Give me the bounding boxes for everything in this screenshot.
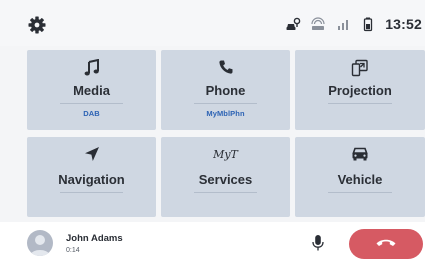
music-note-icon xyxy=(84,59,100,77)
gear-icon[interactable] xyxy=(27,15,47,35)
tile-label: Media xyxy=(73,83,110,98)
divider xyxy=(60,103,123,104)
microphone-icon[interactable] xyxy=(311,234,325,252)
tile-label: Services xyxy=(198,172,253,187)
hang-up-button[interactable] xyxy=(349,229,423,259)
tile-navigation[interactable]: Navigation xyxy=(27,137,156,217)
services-logo-icon: MyT xyxy=(213,148,238,161)
status-indicators: 13:52 xyxy=(285,14,425,34)
divider xyxy=(194,192,257,193)
divider xyxy=(194,103,257,104)
call-duration: 0:14 xyxy=(66,247,80,254)
navigation-arrow-icon xyxy=(84,146,100,164)
tile-label: Vehicle xyxy=(337,172,383,187)
car-icon xyxy=(351,146,369,164)
projection-icon xyxy=(351,59,369,77)
hotspot-icon xyxy=(310,16,326,32)
tile-label: Phone xyxy=(205,83,246,98)
tile-phone[interactable]: Phone MyMblPhn xyxy=(161,50,290,130)
active-call-bar[interactable]: John Adams 0:14 xyxy=(0,222,425,261)
tile-media[interactable]: Media DAB xyxy=(27,50,156,130)
divider xyxy=(328,103,392,104)
tile-sublabel: MyMblPhn xyxy=(206,109,245,118)
avatar xyxy=(27,230,53,256)
signal-icon xyxy=(335,16,351,32)
home-screen: 13:52 Media DAB Phone MyMblPhn Projectio… xyxy=(0,0,425,261)
tile-label: Navigation xyxy=(58,172,125,187)
car-key-icon xyxy=(285,16,301,32)
app-grid: Media DAB Phone MyMblPhn Projection Navi… xyxy=(27,50,425,218)
clock: 13:52 xyxy=(385,16,422,32)
battery-icon xyxy=(360,16,376,32)
tile-services[interactable]: MyT Services xyxy=(161,137,290,217)
phone-icon xyxy=(218,59,234,77)
divider xyxy=(60,192,123,193)
tile-projection[interactable]: Projection xyxy=(295,50,425,130)
status-bar: 13:52 xyxy=(0,0,425,46)
tile-sublabel: DAB xyxy=(83,109,100,118)
hang-up-icon xyxy=(375,235,397,253)
caller-name: John Adams xyxy=(66,233,123,244)
tile-vehicle[interactable]: Vehicle xyxy=(295,137,425,217)
divider xyxy=(328,192,392,193)
tile-label: Projection xyxy=(328,83,392,98)
